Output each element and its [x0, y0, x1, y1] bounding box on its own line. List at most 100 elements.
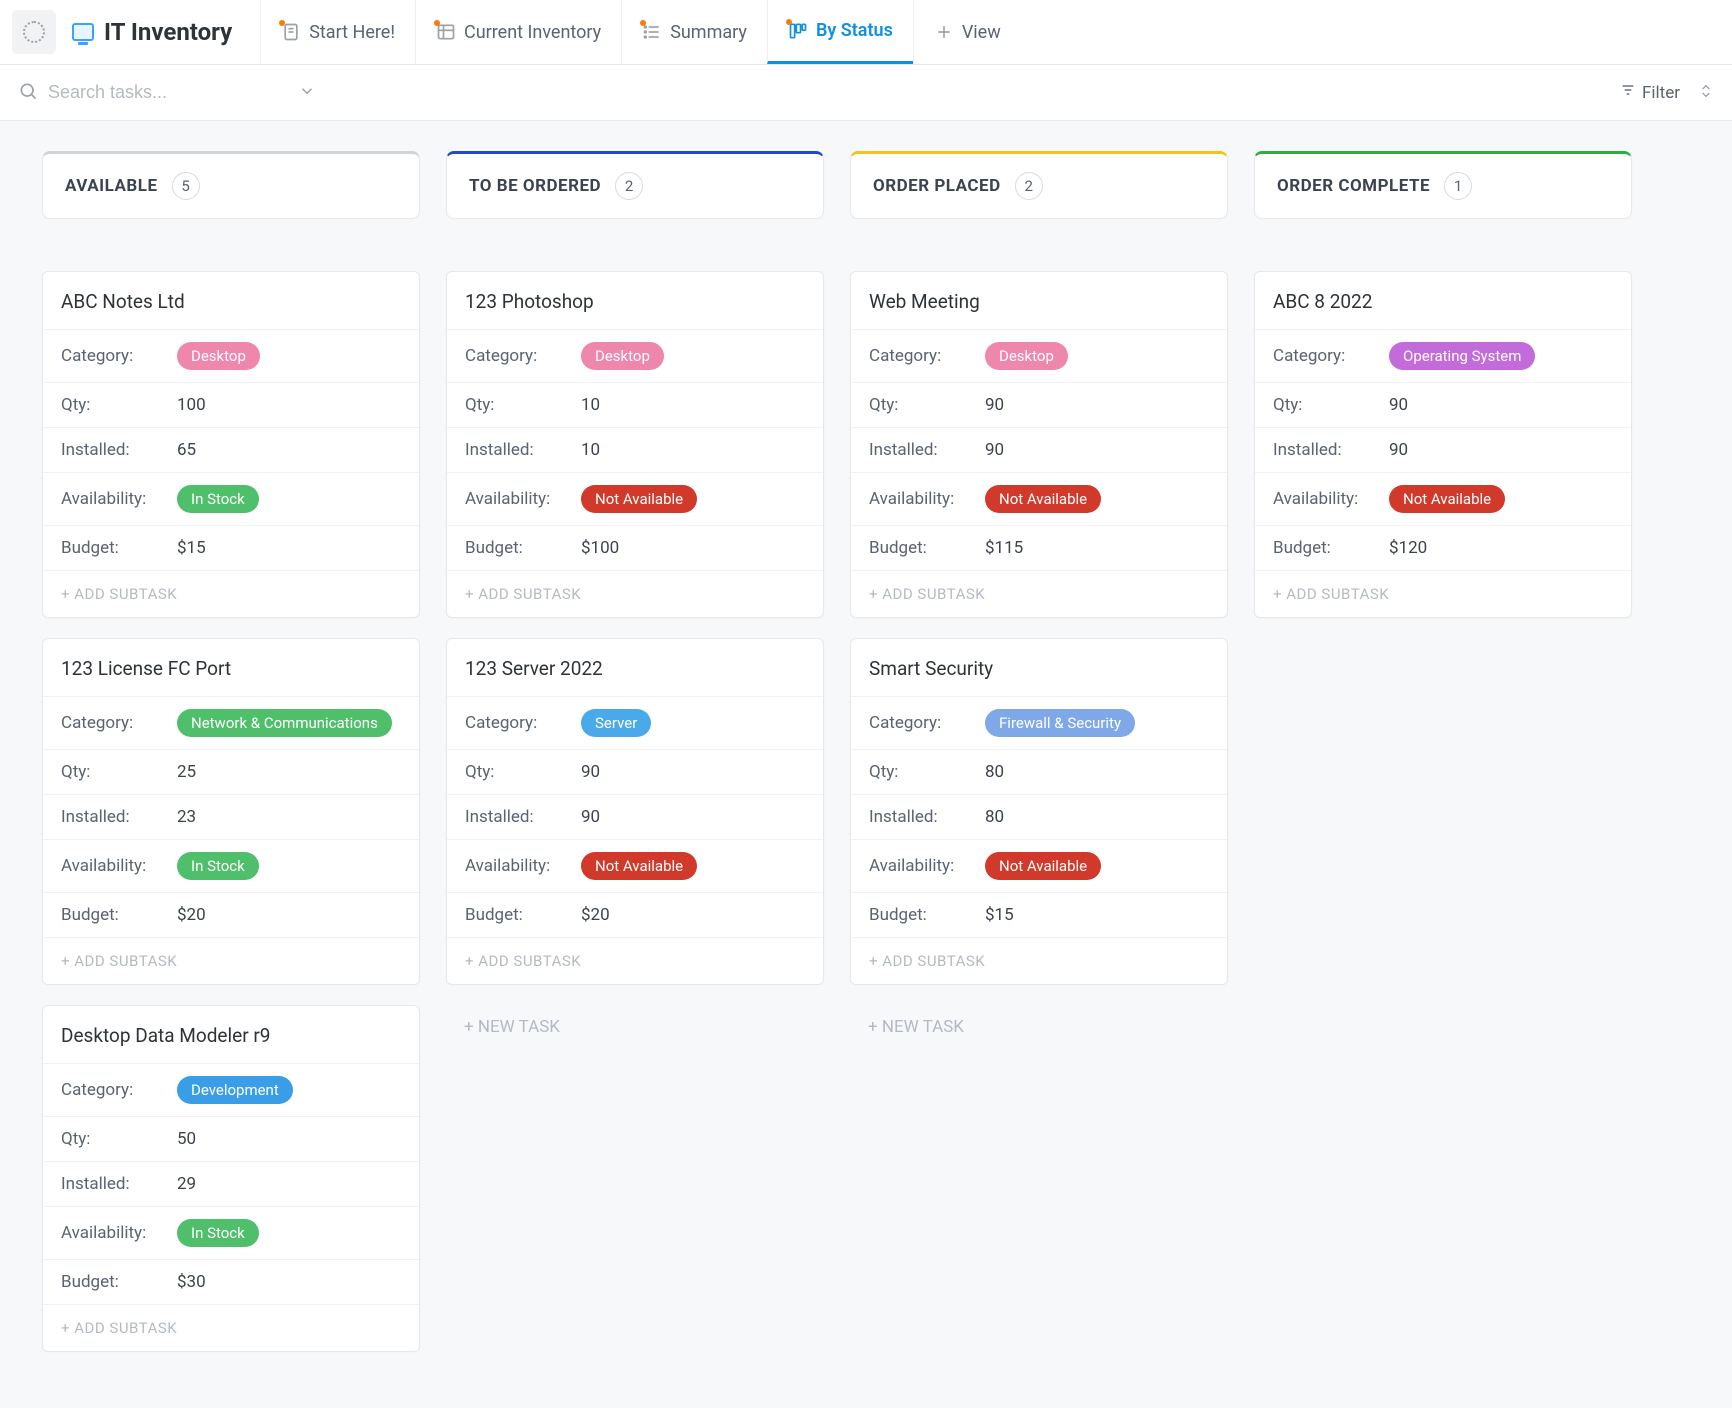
task-card[interactable]: 123 PhotoshopCategory:DesktopQty:10Insta… — [446, 271, 824, 618]
category-pill: Desktop — [581, 342, 664, 370]
tab-label: View — [962, 22, 1001, 43]
row-installed: Installed:90 — [851, 427, 1227, 472]
chevron-down-icon[interactable] — [298, 82, 316, 104]
add-subtask-button[interactable]: + ADD SUBTASK — [851, 570, 1227, 617]
field-label: Budget: — [869, 905, 985, 925]
row-availability: Availability:Not Available — [851, 472, 1227, 525]
installed-value: 90 — [581, 807, 600, 827]
field-label: Category: — [1273, 346, 1389, 366]
task-card[interactable]: ABC 8 2022Category:Operating SystemQty:9… — [1254, 271, 1632, 618]
kanban-board: AVAILABLE5 ABC Notes LtdCategory:DesktopQ… — [0, 121, 1732, 1402]
column-title: TO BE ORDERED — [469, 176, 601, 196]
card-title: 123 Server 2022 — [447, 639, 823, 696]
field-label: Installed: — [61, 440, 177, 460]
qty-value: 90 — [581, 762, 600, 782]
column-header[interactable]: AVAILABLE5 — [42, 151, 420, 219]
column-title: AVAILABLE — [65, 176, 158, 196]
board-column: ORDER COMPLETE1 ABC 8 2022Category:Operat… — [1254, 151, 1632, 638]
row-availability: Availability:Not Available — [447, 839, 823, 892]
availability-pill: Not Available — [1389, 485, 1505, 513]
app-menu-button[interactable] — [12, 10, 56, 54]
row-installed: Installed:80 — [851, 794, 1227, 839]
row-availability: Availability:In Stock — [43, 472, 419, 525]
field-label: Budget: — [61, 905, 177, 925]
card-title: Desktop Data Modeler r9 — [43, 1006, 419, 1063]
filter-button[interactable]: Filter — [1620, 82, 1680, 103]
qty-value: 80 — [985, 762, 1004, 782]
field-label: Budget: — [61, 1272, 177, 1292]
task-card[interactable]: Web MeetingCategory:DesktopQty:90Install… — [850, 271, 1228, 618]
field-label: Qty: — [465, 395, 581, 415]
tab-by-status[interactable]: By Status — [767, 0, 913, 64]
task-card[interactable]: 123 License FC PortCategory:Network & Co… — [42, 638, 420, 985]
card-title: Smart Security — [851, 639, 1227, 696]
page-title-group: IT Inventory — [72, 18, 232, 46]
new-task-button[interactable]: + NEW TASK — [446, 1005, 824, 1049]
card-title: 123 Photoshop — [447, 272, 823, 329]
tab-start-here[interactable]: Start Here! — [260, 0, 415, 64]
row-qty: Qty:50 — [43, 1116, 419, 1161]
installed-value: 23 — [177, 807, 196, 827]
field-label: Category: — [61, 1080, 177, 1100]
column-title: ORDER COMPLETE — [1277, 176, 1430, 196]
field-label: Installed: — [465, 807, 581, 827]
installed-value: 10 — [581, 440, 600, 460]
category-pill: Server — [581, 709, 651, 737]
qty-value: 100 — [177, 395, 206, 415]
field-label: Qty: — [1273, 395, 1389, 415]
row-installed: Installed:23 — [43, 794, 419, 839]
task-card[interactable]: ABC Notes LtdCategory:DesktopQty:100Inst… — [42, 271, 420, 618]
add-subtask-button[interactable]: + ADD SUBTASK — [43, 937, 419, 984]
field-label: Availability: — [869, 489, 985, 509]
field-label: Budget: — [465, 905, 581, 925]
task-card[interactable]: Smart SecurityCategory:Firewall & Securi… — [850, 638, 1228, 985]
tab-current-inventory[interactable]: Current Inventory — [415, 0, 621, 64]
task-card[interactable]: Desktop Data Modeler r9Category:Developm… — [42, 1005, 420, 1352]
add-subtask-button[interactable]: + ADD SUBTASK — [1255, 570, 1631, 617]
field-label: Availability: — [1273, 489, 1389, 509]
search-input[interactable] — [48, 82, 288, 103]
field-label: Budget: — [869, 538, 985, 558]
column-header[interactable]: TO BE ORDERED2 — [446, 151, 824, 219]
column-header[interactable]: ORDER COMPLETE1 — [1254, 151, 1632, 219]
row-category: Category:Development — [43, 1063, 419, 1116]
budget-value: $30 — [177, 1272, 206, 1292]
field-label: Availability: — [465, 489, 581, 509]
add-subtask-button[interactable]: + ADD SUBTASK — [447, 570, 823, 617]
field-label: Installed: — [1273, 440, 1389, 460]
row-budget: Budget:$115 — [851, 525, 1227, 570]
availability-pill: Not Available — [581, 485, 697, 513]
budget-value: $120 — [1389, 538, 1427, 558]
add-subtask-button[interactable]: + ADD SUBTASK — [43, 1304, 419, 1351]
field-label: Installed: — [61, 1174, 177, 1194]
budget-value: $20 — [581, 905, 610, 925]
row-budget: Budget:$100 — [447, 525, 823, 570]
add-subtask-button[interactable]: + ADD SUBTASK — [43, 570, 419, 617]
new-task-button[interactable]: + NEW TASK — [850, 1005, 1228, 1049]
column-header[interactable]: ORDER PLACED2 — [850, 151, 1228, 219]
field-label: Qty: — [869, 762, 985, 782]
installed-value: 90 — [985, 440, 1004, 460]
row-qty: Qty:90 — [1255, 382, 1631, 427]
row-qty: Qty:90 — [851, 382, 1227, 427]
add-subtask-button[interactable]: + ADD SUBTASK — [851, 937, 1227, 984]
tab-label: Current Inventory — [464, 22, 601, 43]
availability-pill: In Stock — [177, 485, 259, 513]
task-card[interactable]: 123 Server 2022Category:ServerQty:90Inst… — [446, 638, 824, 985]
row-installed: Installed:10 — [447, 427, 823, 472]
budget-value: $15 — [985, 905, 1014, 925]
availability-pill: Not Available — [985, 485, 1101, 513]
field-label: Category: — [61, 346, 177, 366]
add-subtask-button[interactable]: + ADD SUBTASK — [447, 937, 823, 984]
tab-add-view[interactable]: View — [913, 0, 1021, 64]
tab-summary[interactable]: Summary — [621, 0, 767, 64]
row-qty: Qty:80 — [851, 749, 1227, 794]
expand-icon[interactable] — [1698, 83, 1714, 103]
loading-circle-icon — [23, 21, 45, 43]
filter-label: Filter — [1642, 83, 1680, 103]
field-label: Category: — [465, 713, 581, 733]
row-availability: Availability:Not Available — [1255, 472, 1631, 525]
search-icon — [18, 81, 38, 105]
row-installed: Installed:90 — [447, 794, 823, 839]
row-category: Category:Server — [447, 696, 823, 749]
